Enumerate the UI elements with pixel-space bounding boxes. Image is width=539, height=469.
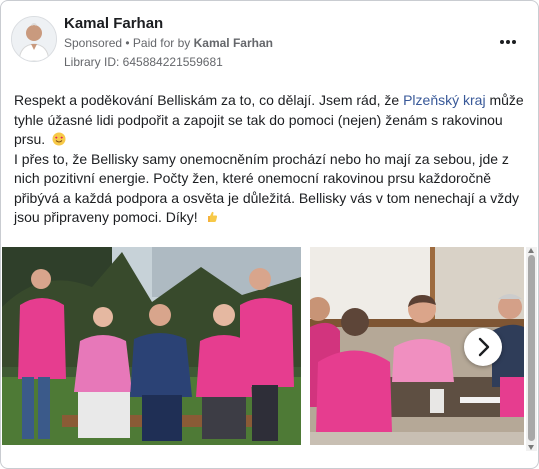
post-text: Respekt a poděkování Belliskám za to, co… bbox=[14, 91, 524, 228]
scrollbar-thumb[interactable] bbox=[528, 255, 535, 441]
sponsored-post-card: Kamal Farhan Sponsored • Paid for by Kam… bbox=[0, 0, 539, 469]
smiling-face-with-heart-eyes-emoji bbox=[52, 132, 66, 146]
paid-for-name[interactable]: Kamal Farhan bbox=[194, 36, 273, 50]
post-text-p2: I přes to, že Bellisky samy onemocněním … bbox=[14, 150, 520, 226]
author-name[interactable]: Kamal Farhan bbox=[64, 15, 163, 32]
vertical-scrollbar[interactable] bbox=[526, 247, 537, 451]
post-text-p1-start: Respekt a poděkování Belliskám za to, co… bbox=[14, 92, 404, 108]
sponsored-label: Sponsored bbox=[64, 36, 123, 50]
carousel-next-button[interactable] bbox=[464, 328, 502, 366]
library-id: Library ID: 645884221559681 bbox=[64, 55, 223, 69]
sponsored-line: Sponsored • Paid for by Kamal Farhan bbox=[64, 36, 273, 50]
author-avatar[interactable] bbox=[11, 16, 57, 62]
more-options-icon bbox=[512, 40, 516, 44]
separator-dot: • bbox=[122, 36, 133, 50]
more-options-icon bbox=[506, 40, 510, 44]
more-options-button[interactable] bbox=[497, 35, 519, 49]
paid-for-prefix: Paid for by bbox=[132, 36, 194, 50]
scroll-down-arrow-icon[interactable] bbox=[528, 445, 534, 450]
carousel-image-1[interactable] bbox=[2, 247, 301, 445]
region-link[interactable]: Plzeňský kraj bbox=[403, 92, 485, 108]
group-photo-outdoor bbox=[2, 247, 301, 445]
chevron-right-icon bbox=[478, 337, 490, 357]
more-options-icon bbox=[500, 40, 504, 44]
thumbs-up-emoji bbox=[207, 211, 217, 222]
avatar-photo bbox=[12, 17, 56, 61]
scroll-up-arrow-icon[interactable] bbox=[528, 248, 534, 253]
